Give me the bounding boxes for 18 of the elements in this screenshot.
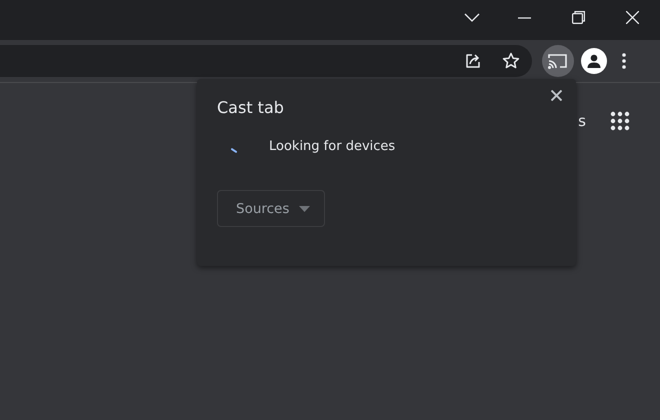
- profile-button[interactable]: [581, 48, 607, 74]
- sources-dropdown[interactable]: Sources: [217, 190, 326, 227]
- status-text: Looking for devices: [269, 139, 396, 154]
- share-icon[interactable]: [464, 52, 482, 70]
- restore-icon[interactable]: [572, 11, 585, 24]
- cast-button[interactable]: [542, 45, 574, 77]
- close-icon[interactable]: [551, 90, 562, 101]
- spinner-icon: [231, 148, 237, 153]
- minimize-icon[interactable]: [518, 17, 531, 19]
- star-icon[interactable]: [502, 52, 520, 70]
- cast-icon: [548, 53, 568, 69]
- dialog-title: Cast tab: [217, 98, 285, 117]
- menu-icon[interactable]: [622, 53, 626, 69]
- apps-icon[interactable]: [610, 111, 630, 131]
- person-icon: [587, 54, 601, 68]
- tab-search-icon[interactable]: [464, 13, 480, 23]
- header-link[interactable]: s: [578, 112, 586, 130]
- caret-icon: [299, 206, 310, 212]
